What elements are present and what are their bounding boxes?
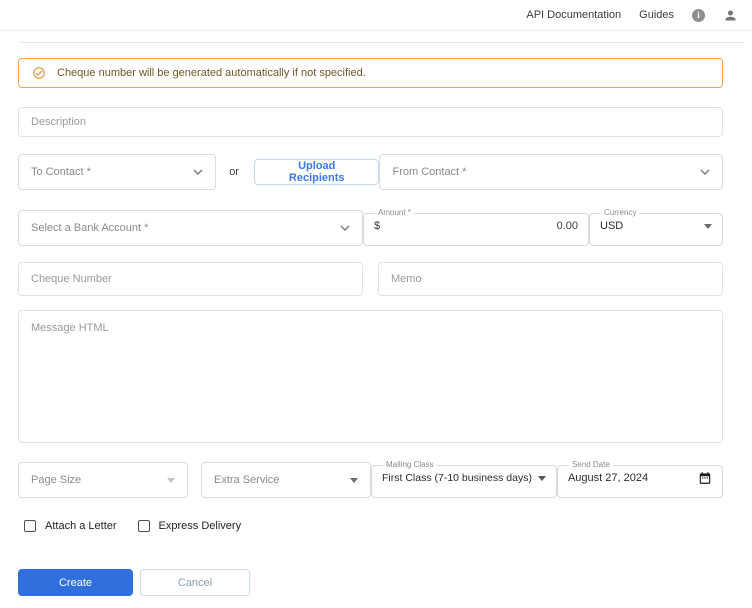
cheque-number-input[interactable]	[18, 262, 363, 296]
amount-field[interactable]: Amount * $ 0.00	[363, 209, 589, 246]
or-label: or	[229, 166, 239, 178]
mailing-class-label: Mailing Class	[386, 460, 434, 469]
checkbox-attach-a-letter[interactable]: Attach a Letter	[24, 520, 117, 532]
amount-prefix: $	[374, 220, 381, 232]
cancel-button[interactable]: Cancel	[140, 569, 250, 596]
send-date-value: August 27, 2024	[567, 472, 649, 484]
create-button[interactable]: Create	[18, 569, 133, 596]
amount-value: 0.00	[556, 220, 578, 232]
bank-account-label: Select a Bank Account *	[31, 222, 149, 234]
message-html-textarea[interactable]	[18, 310, 723, 443]
checkbox-express-delivery[interactable]: Express Delivery	[137, 520, 241, 532]
checkbox-icon	[137, 520, 150, 532]
description-input[interactable]	[18, 107, 723, 137]
chevron-down-icon	[700, 169, 710, 175]
calendar-icon[interactable]	[698, 471, 712, 485]
header-link-api-documentation[interactable]: API Documentation	[526, 9, 621, 21]
page-size-label: Page Size	[31, 474, 82, 486]
contact-row: To Contact * or Upload Recipients From C…	[18, 154, 723, 190]
extra-service-select[interactable]: Extra Service	[201, 462, 371, 498]
caret-down-icon	[537, 475, 546, 481]
actions-row: Create Cancel	[18, 569, 723, 596]
amount-label: Amount *	[378, 208, 411, 217]
from-contact-select[interactable]: From Contact *	[379, 154, 723, 190]
cheque-form: Cheque number will be generated automati…	[0, 58, 752, 596]
currency-label: Currency	[604, 208, 637, 217]
header-link-guides[interactable]: Guides	[639, 9, 674, 21]
check-circle-icon	[33, 67, 45, 79]
page-size-select[interactable]: Page Size	[18, 462, 188, 498]
caret-down-icon	[704, 223, 712, 229]
notice-banner: Cheque number will be generated automati…	[18, 58, 723, 88]
caret-down-icon	[350, 477, 358, 483]
top-bar: API Documentation Guides i	[0, 0, 752, 31]
extra-service-label: Extra Service	[214, 474, 280, 486]
currency-value: USD	[600, 220, 624, 232]
cheque-memo-row	[18, 262, 723, 296]
chevron-down-icon	[193, 169, 203, 175]
caret-down-icon	[167, 477, 175, 483]
to-contact-label: To Contact *	[31, 166, 91, 178]
bank-amount-row: Select a Bank Account * Amount * $ 0.00 …	[18, 209, 723, 246]
send-date-field[interactable]: Send Date August 27, 2024	[556, 460, 723, 498]
banner-text: Cheque number will be generated automati…	[57, 67, 366, 79]
content-top-divider	[20, 42, 744, 43]
mailing-class-select[interactable]: Mailing Class First Class (7-10 business…	[371, 461, 557, 498]
options-row: Page Size Extra Service Mailing Class Fi…	[18, 461, 723, 498]
memo-input[interactable]	[378, 262, 723, 296]
bank-account-select[interactable]: Select a Bank Account *	[18, 210, 363, 246]
mailing-class-value: First Class (7-10 business days)	[382, 472, 532, 484]
checkbox-icon	[24, 520, 36, 532]
chevron-down-icon	[340, 225, 350, 231]
currency-select[interactable]: Currency USD	[589, 209, 723, 246]
checkbox-row: Attach a Letter Express Delivery	[18, 520, 723, 532]
send-date-label: Send Date	[571, 460, 610, 469]
from-contact-label: From Contact *	[392, 166, 467, 178]
to-contact-select[interactable]: To Contact *	[18, 154, 217, 190]
info-icon[interactable]: i	[692, 8, 705, 22]
user-icon[interactable]	[723, 8, 738, 23]
upload-recipients-button[interactable]: Upload Recipients	[253, 159, 380, 185]
